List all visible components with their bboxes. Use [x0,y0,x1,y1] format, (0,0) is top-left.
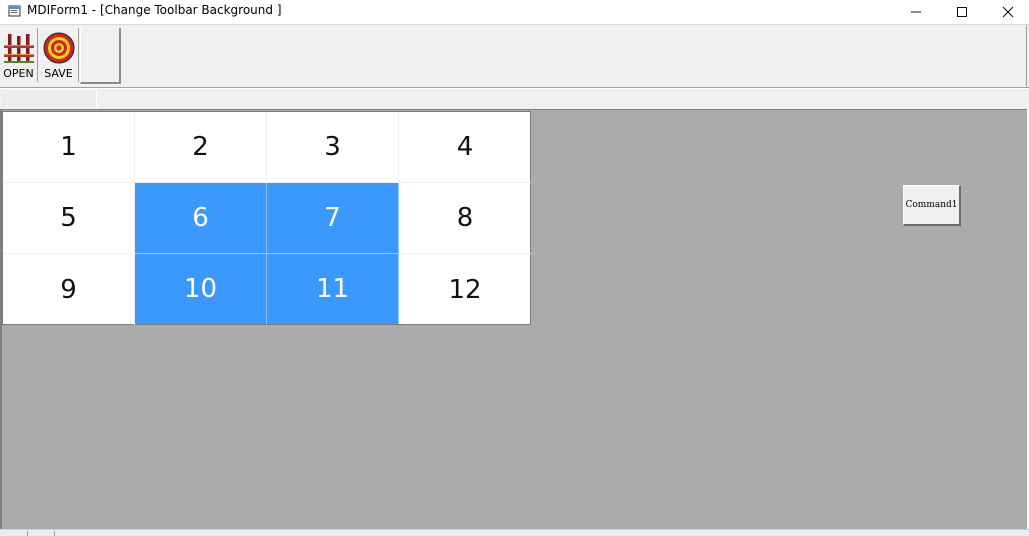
open-button[interactable]: OPEN [0,28,38,82]
minimize-icon [911,11,921,13]
grid-cell-selected[interactable]: 10 [135,254,267,324]
title-bar[interactable]: MDIForm1 - [Change Toolbar Background ] [0,0,1029,25]
grid-cell-selected[interactable]: 7 [267,183,399,254]
save-button[interactable]: SAVE [39,28,79,82]
toolbar: OPEN SAVE [0,25,1029,88]
bottom-separator [27,531,28,536]
grid-cell-selected[interactable]: 11 [267,254,399,324]
grid-cell[interactable]: 2 [135,112,267,183]
number-grid: 1 2 3 4 5 6 7 8 9 10 11 12 [2,111,531,325]
grid-cell[interactable]: 8 [399,183,531,254]
maximize-icon [957,7,967,17]
grid-cell[interactable]: 4 [399,112,531,183]
window-title: MDIForm1 - [Change Toolbar Background ] [27,3,282,17]
bottom-status-bar [0,529,1029,536]
grid-cell[interactable]: 1 [3,112,135,183]
grid-cell-selected[interactable]: 6 [135,183,267,254]
status-strip [0,88,1029,110]
toolbar-edge [1026,25,1027,87]
empty-toolbar-button[interactable] [80,28,121,84]
maximize-button[interactable] [939,0,985,24]
grid-cell[interactable]: 12 [399,254,531,325]
open-label: OPEN [3,67,34,80]
close-button[interactable] [985,0,1029,24]
close-icon [1002,6,1014,18]
target-icon [43,32,74,64]
status-strip-panel [2,91,97,107]
minimize-button[interactable] [893,0,939,24]
fence-icon [3,34,34,63]
app-form-icon [8,5,21,17]
command1-button[interactable]: Command1 [903,185,961,226]
save-label: SAVE [44,67,73,80]
grid-cell[interactable]: 5 [3,183,135,254]
mdi-window: MDIForm1 - [Change Toolbar Background ] … [0,0,1029,536]
bottom-separator [54,531,55,536]
grid-cell[interactable]: 3 [267,112,399,183]
grid-cell[interactable]: 9 [3,254,135,325]
